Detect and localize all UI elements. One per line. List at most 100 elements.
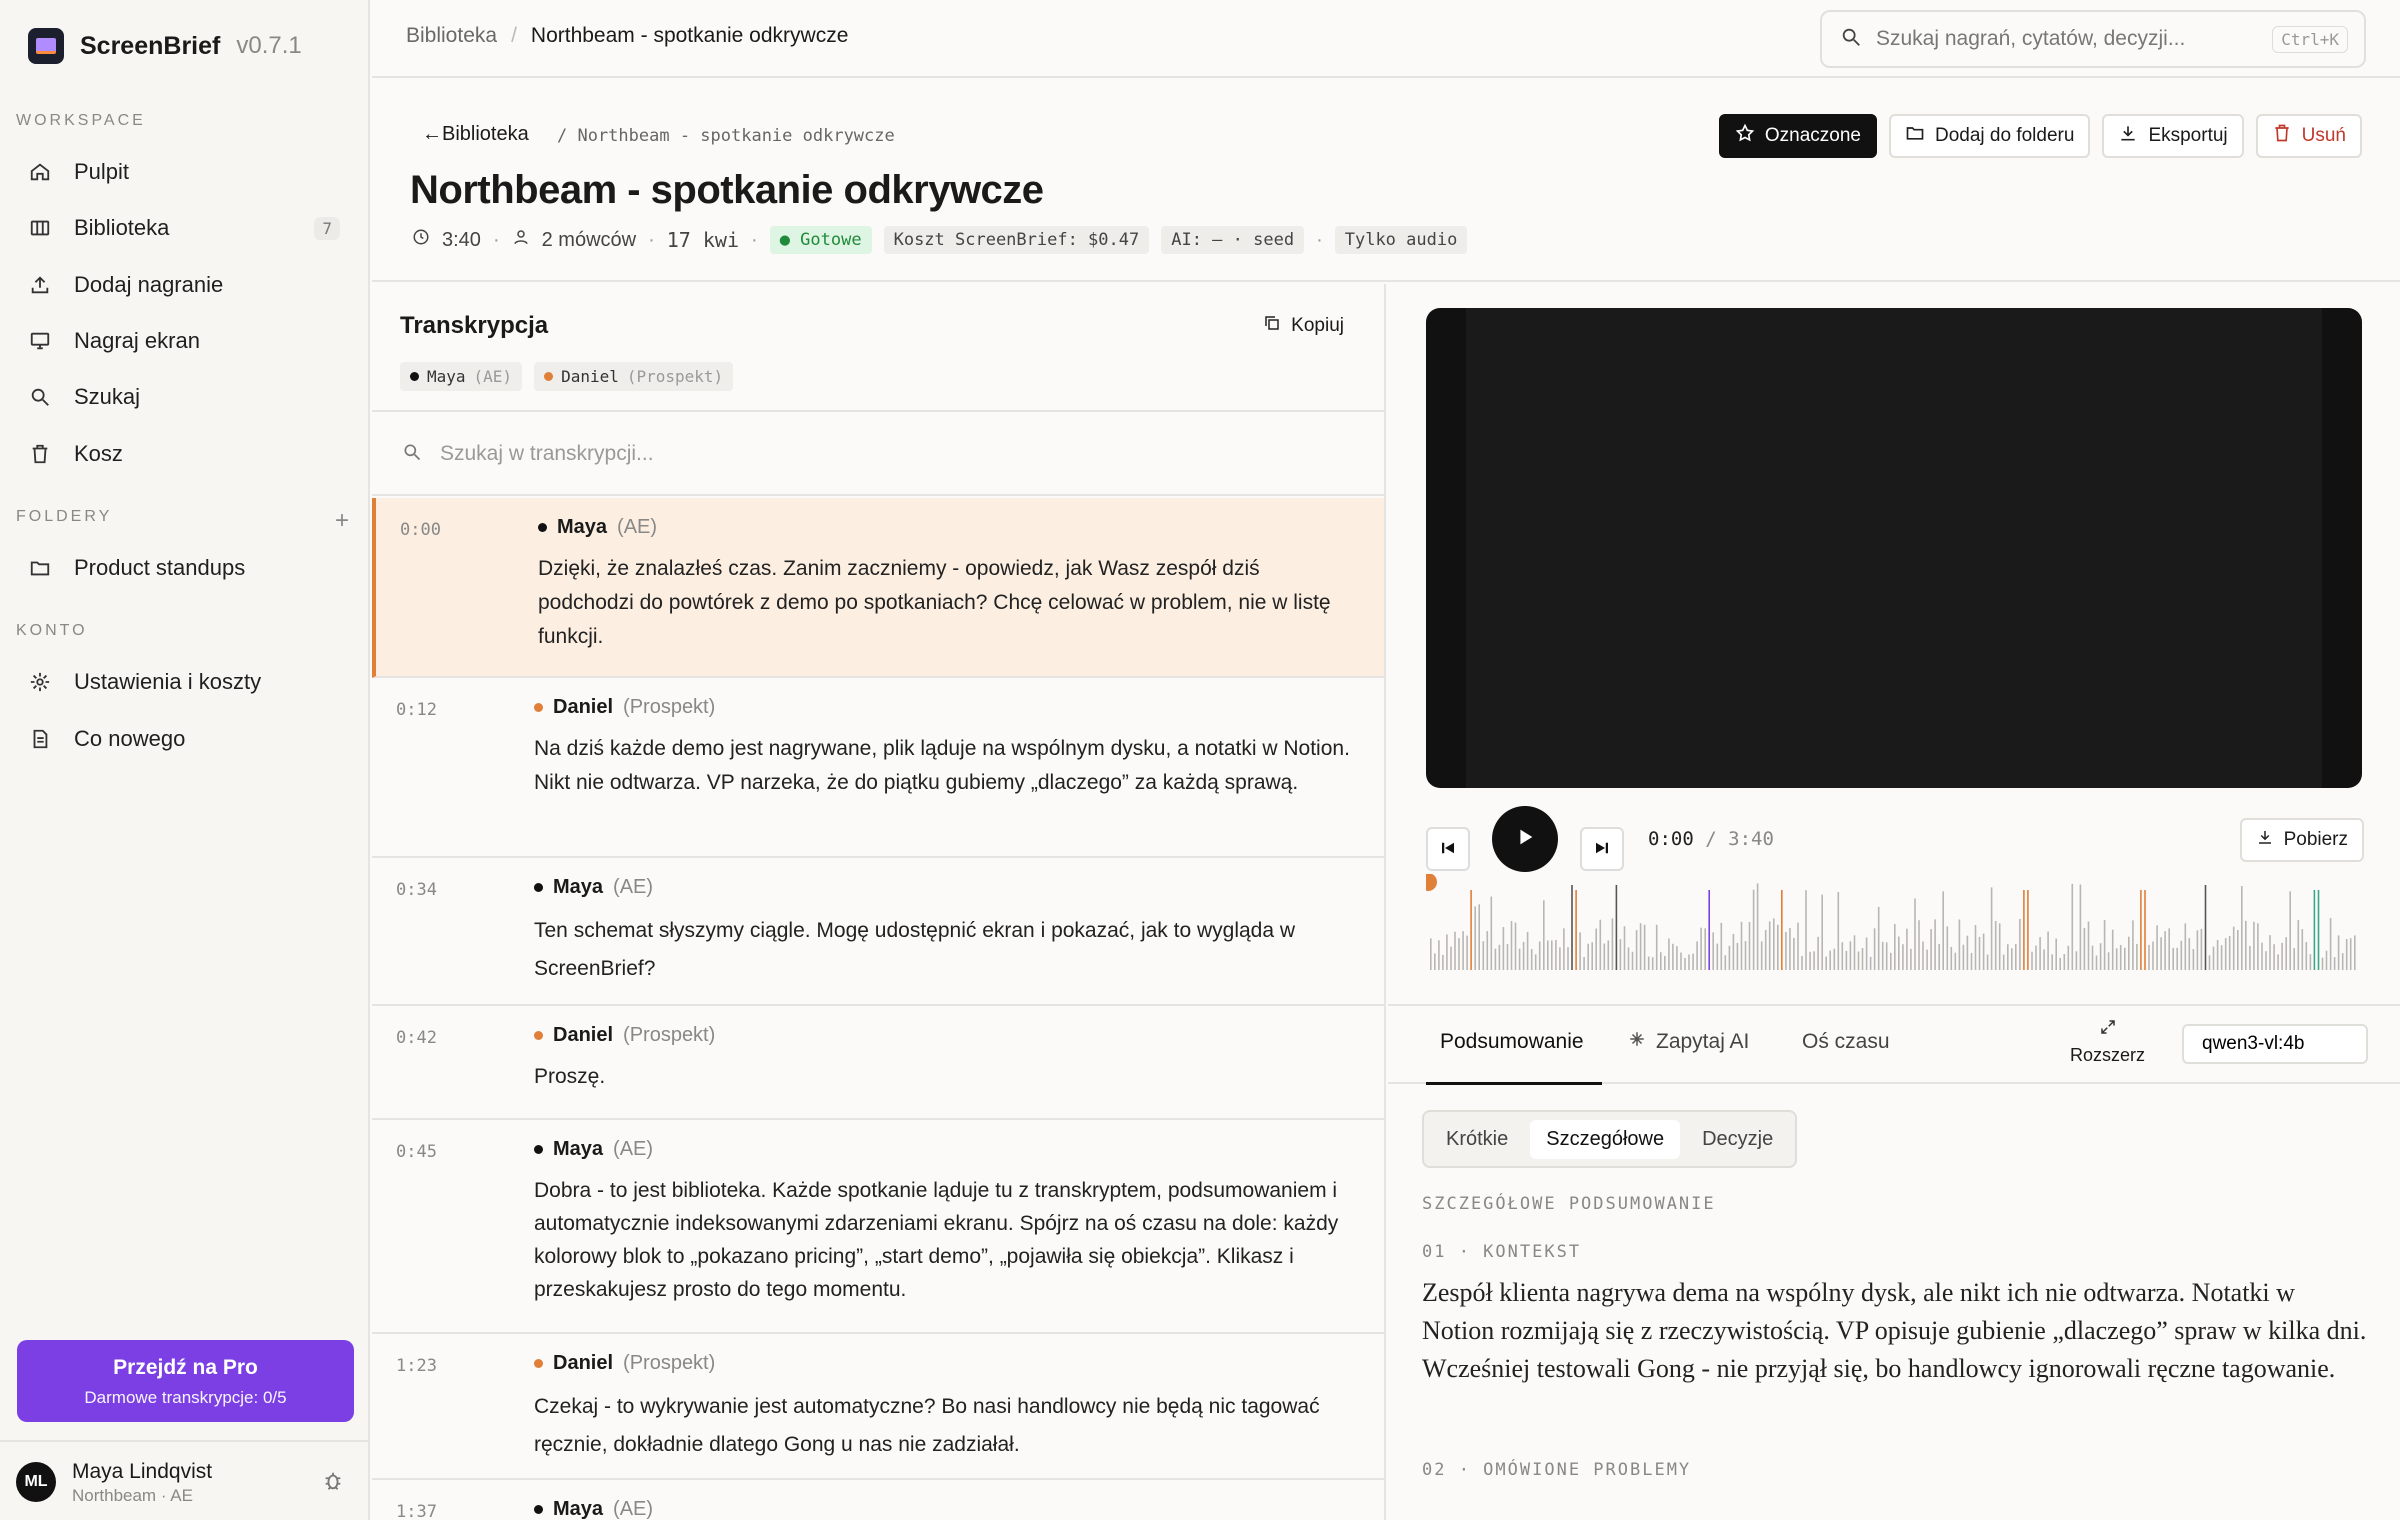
waveform-bar [1934, 919, 1936, 970]
segment-timestamp[interactable]: 0:45 [396, 1142, 437, 1162]
sidebar-item-trash[interactable]: Kosz [16, 429, 354, 479]
waveform-bar [2083, 928, 2086, 970]
transcript-segment[interactable]: 0:34 Maya (AE) Ten schemat słyszymy ciągl… [372, 858, 1384, 1006]
tab-ask-ai[interactable]: Zapytaj AI [1628, 1030, 1749, 1054]
waveform-bar [1684, 958, 1686, 970]
export-button[interactable]: Eksportuj [2102, 114, 2244, 158]
global-search-input[interactable] [1876, 27, 2256, 51]
user-profile[interactable]: ML Maya Lindqvist Northbeam · AE [0, 1440, 370, 1520]
sidebar-item-record-screen[interactable]: Nagraj ekran [16, 316, 354, 366]
sidebar-item-settings[interactable]: Ustawienia i koszty [16, 657, 354, 707]
segment-timestamp[interactable]: 0:12 [396, 700, 437, 720]
summary-problems-label: 02 · OMÓWIONE PROBLEMY [1422, 1460, 1692, 1480]
sidebar-folder-product-standups[interactable]: Product standups [16, 543, 354, 593]
brand[interactable]: ScreenBrief v0.7.1 [28, 28, 302, 64]
video-player[interactable] [1426, 308, 2362, 788]
segment-timestamp[interactable]: 0:42 [396, 1028, 437, 1048]
waveform-bar [1857, 951, 1860, 970]
waveform-bar [1930, 929, 1932, 970]
waveform-bar [1486, 931, 1489, 970]
speaker-chip-maya[interactable]: Maya (AE) [400, 362, 523, 391]
segment-timestamp[interactable]: 0:00 [400, 520, 441, 540]
sidebar-item-search[interactable]: Szukaj [16, 372, 354, 422]
waveform-bar [2164, 931, 2166, 970]
breadcrumb-library[interactable]: Biblioteka [406, 24, 497, 48]
waveform-bar [1704, 928, 1706, 970]
waveform-bar [2063, 954, 2066, 970]
add-folder-icon[interactable]: + [335, 507, 349, 535]
waveform-bar [2204, 885, 2207, 970]
skip-back-button[interactable] [1426, 827, 1470, 871]
waveform-bar [1522, 941, 1525, 970]
waveform-bar [1986, 954, 1989, 970]
search-icon [402, 442, 422, 467]
waveform-bar [1958, 919, 1961, 970]
skip-forward-button[interactable] [1580, 827, 1624, 871]
waveform-bar [2047, 931, 2049, 970]
waveform-bar [2002, 954, 2005, 970]
mode-detailed[interactable]: Szczegółowe [1530, 1119, 1681, 1159]
speaker-legend: Maya (AE) Daniel (Prospekt) [400, 362, 734, 391]
back-to-library-link[interactable]: ←Biblioteka [422, 123, 529, 146]
waveform-bar [1978, 936, 1981, 970]
copy-transcript-button[interactable]: Kopiuj [1263, 314, 1344, 338]
waveform-bar [1482, 941, 1485, 970]
sidebar-item-library[interactable]: Biblioteka 7 [16, 203, 354, 253]
transcript-search[interactable] [372, 414, 1384, 496]
delete-button[interactable]: Usuń [2255, 114, 2362, 158]
speaker-chip-daniel[interactable]: Daniel (Prospekt) [534, 362, 734, 391]
tab-summary[interactable]: Podsumowanie [1440, 1030, 1584, 1054]
transcript-segment[interactable]: 1:23 Daniel (Prospekt) Czekaj - to wykryw… [372, 1334, 1384, 1480]
transcript-segment[interactable]: 0:45 Maya (AE) Dobra - to jest biblioteka… [372, 1120, 1384, 1334]
waveform-bar [2172, 947, 2174, 970]
mode-decisions[interactable]: Decyzje [1686, 1120, 1789, 1159]
waveform-bar [1615, 885, 1618, 970]
expand-button[interactable]: Rozszerz [2070, 1018, 2145, 1066]
segment-timestamp[interactable]: 0:34 [396, 880, 437, 900]
download-button[interactable]: Pobierz [2239, 818, 2364, 862]
playhead-handle[interactable] [1426, 874, 1437, 891]
waveform-bar [2237, 930, 2239, 970]
transcript-segment[interactable]: 0:00 Maya (AE) Dzięki, że znalazłeś czas.… [372, 498, 1384, 678]
transcript-segment[interactable]: 0:42 Daniel (Prospekt) Proszę. [372, 1006, 1384, 1120]
waveform-bar [2208, 955, 2211, 970]
waveform-bar [1998, 923, 2001, 970]
breadcrumb-separator: / [511, 24, 517, 47]
waveform-bar [1466, 935, 1468, 970]
sidebar-item-dashboard[interactable]: Pulpit [16, 147, 354, 197]
waveform-bar [1877, 906, 1880, 970]
waveform-bar [1756, 883, 1759, 970]
audio-waveform[interactable] [1426, 874, 2362, 974]
waveform-bar [2124, 947, 2126, 970]
sidebar-item-label: Pulpit [74, 159, 130, 184]
waveform-bar [1660, 952, 1662, 970]
sidebar-item-add-recording[interactable]: Dodaj nagranie [16, 260, 354, 310]
global-search[interactable]: Ctrl+K [1820, 10, 2366, 68]
waveform-bar [1898, 936, 1900, 970]
sub-breadcrumb: / Northbeam - spotkanie odkrywcze [557, 126, 895, 146]
download-icon [2256, 828, 2274, 852]
tab-timeline[interactable]: Oś czasu [1802, 1030, 1890, 1054]
sidebar-item-whats-new[interactable]: Co nowego [16, 714, 354, 764]
waveform-bar [2007, 944, 2009, 970]
waveform-bar [2345, 939, 2348, 970]
marked-button[interactable]: Oznaczone [1718, 114, 1877, 158]
waveform-bar [1837, 892, 1840, 970]
waveform-bar [1563, 928, 1565, 970]
transcript-segment[interactable]: 0:12 Daniel (Prospekt) Na dziś każde demo… [372, 678, 1384, 858]
segment-timestamp[interactable]: 1:37 [396, 1502, 437, 1520]
waveform-bar [1680, 952, 1682, 970]
transcript-search-input[interactable] [440, 442, 1240, 466]
transcript-segment[interactable]: 1:37 Maya (AE) [372, 1480, 1384, 1520]
upgrade-pro-button[interactable]: Przejdź na Pro Darmowe transkrypcje: 0/5 [17, 1340, 354, 1422]
add-to-folder-button[interactable]: Dodaj do folderu [1889, 114, 2091, 158]
waveform-bar [1462, 931, 1464, 970]
segment-speaker: Daniel [553, 1024, 614, 1046]
bug-report-icon[interactable] [322, 1470, 344, 1497]
play-button[interactable] [1492, 806, 1558, 872]
mode-short[interactable]: Krótkie [1430, 1120, 1524, 1159]
waveform-bar [1450, 946, 1452, 970]
sidebar-item-label: Ustawienia i koszty [74, 669, 262, 694]
segment-timestamp[interactable]: 1:23 [396, 1356, 437, 1376]
model-input[interactable] [2182, 1024, 2368, 1064]
